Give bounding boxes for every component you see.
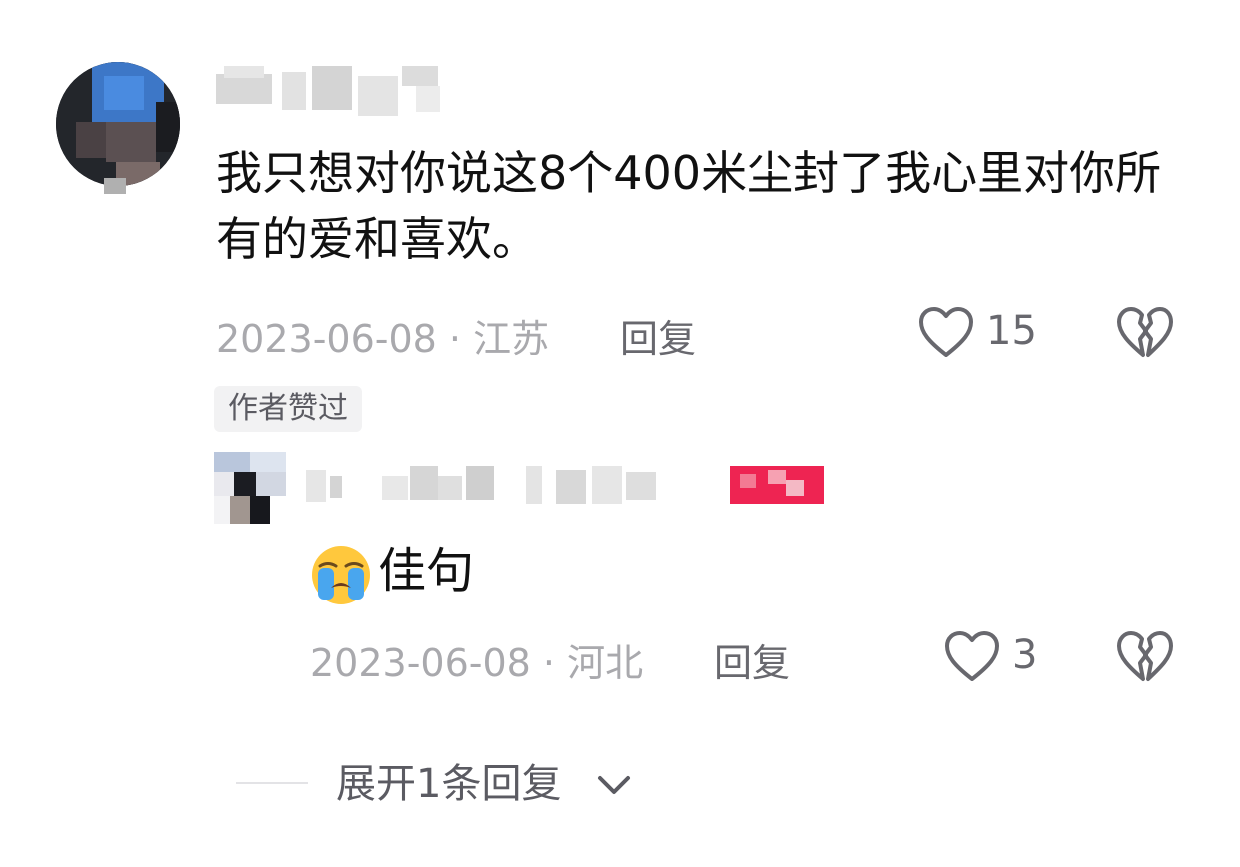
comment-like-count: 15 — [986, 308, 1037, 354]
commenter-avatar[interactable] — [56, 62, 180, 186]
loudly-crying-face-emoji — [310, 544, 372, 606]
heart-outline-icon[interactable] — [918, 306, 974, 360]
commenter-username-blurred[interactable] — [216, 66, 440, 116]
reply-author-avatar[interactable] — [214, 452, 286, 524]
expand-divider-line — [236, 782, 308, 784]
broken-heart-icon[interactable] — [1116, 630, 1174, 684]
comment-text: 我只想对你说这8个400米尘封了我心里对你所有的爱和喜欢。 — [216, 146, 1162, 266]
reply-like-count: 3 — [1012, 632, 1038, 678]
avatar-pixel-fragment — [104, 178, 126, 194]
comment-date-location: 2023-06-08 · 江苏 — [216, 317, 550, 361]
reply-author-username-blurred[interactable] — [306, 466, 826, 506]
heart-outline-icon[interactable] — [944, 630, 1000, 684]
expand-replies-button[interactable]: 展开1条回复 — [336, 758, 561, 810]
reply-text: 佳句 — [378, 543, 475, 599]
comment-reply-button[interactable]: 回复 — [620, 308, 696, 363]
author-liked-badge: 作者赞过 — [214, 386, 362, 432]
broken-heart-icon[interactable] — [1116, 306, 1174, 360]
chevron-down-icon[interactable] — [594, 770, 634, 800]
reply-date-location: 2023-06-08 · 河北 — [310, 641, 644, 685]
reply-reply-button[interactable]: 回复 — [714, 632, 790, 687]
